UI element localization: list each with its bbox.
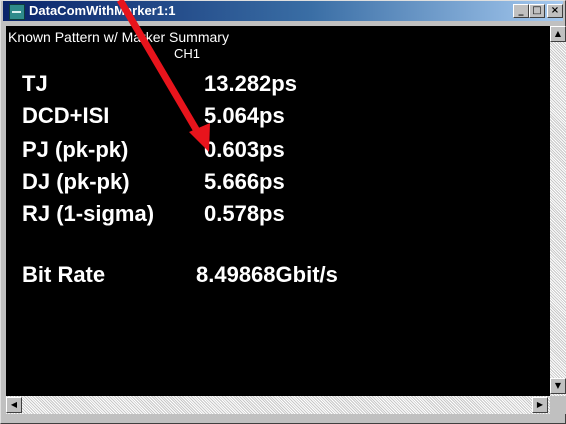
- size-grip[interactable]: [550, 396, 566, 414]
- channel-label: CH1: [174, 46, 201, 61]
- vertical-scrollbar[interactable]: ▲ ▼: [550, 26, 566, 396]
- horizontal-scrollbar[interactable]: ◀ ▶: [6, 396, 550, 414]
- maximize-button[interactable]: □: [529, 4, 545, 18]
- dj-value: 5.666ps: [204, 169, 285, 194]
- panel-title: Known Pattern w/ Marker Summary: [8, 29, 229, 45]
- pj-label: PJ (pk-pk): [22, 137, 129, 162]
- summary-panel: Known Pattern w/ Marker Summary CH1 TJ 1…: [6, 26, 550, 396]
- pj-value: 0.603ps: [204, 137, 285, 162]
- window-title: DataComWithMarker1:1: [29, 3, 176, 18]
- rj-label: RJ (1-sigma): [22, 201, 155, 226]
- close-button[interactable]: ×: [547, 4, 563, 18]
- tj-label: TJ: [22, 71, 48, 96]
- dcd-isi-label: DCD+ISI: [22, 103, 110, 128]
- bit-rate-label: Bit Rate: [22, 262, 106, 287]
- dj-label: DJ (pk-pk): [22, 169, 130, 194]
- bit-rate-value: 8.49868Gbit/s: [196, 262, 338, 287]
- rj-value: 0.578ps: [204, 201, 285, 226]
- tj-value: 13.282ps: [204, 71, 297, 96]
- scroll-right-icon[interactable]: ▶: [532, 397, 548, 413]
- app-icon[interactable]: [9, 4, 25, 20]
- dcd-isi-value: 5.064ps: [204, 103, 285, 128]
- scroll-up-icon[interactable]: ▲: [550, 26, 566, 42]
- title-bar[interactable]: DataComWithMarker1:1 _ □ ×: [3, 1, 563, 21]
- minimize-button[interactable]: _: [513, 4, 529, 18]
- scroll-left-icon[interactable]: ◀: [6, 397, 22, 413]
- scroll-down-icon[interactable]: ▼: [550, 378, 566, 394]
